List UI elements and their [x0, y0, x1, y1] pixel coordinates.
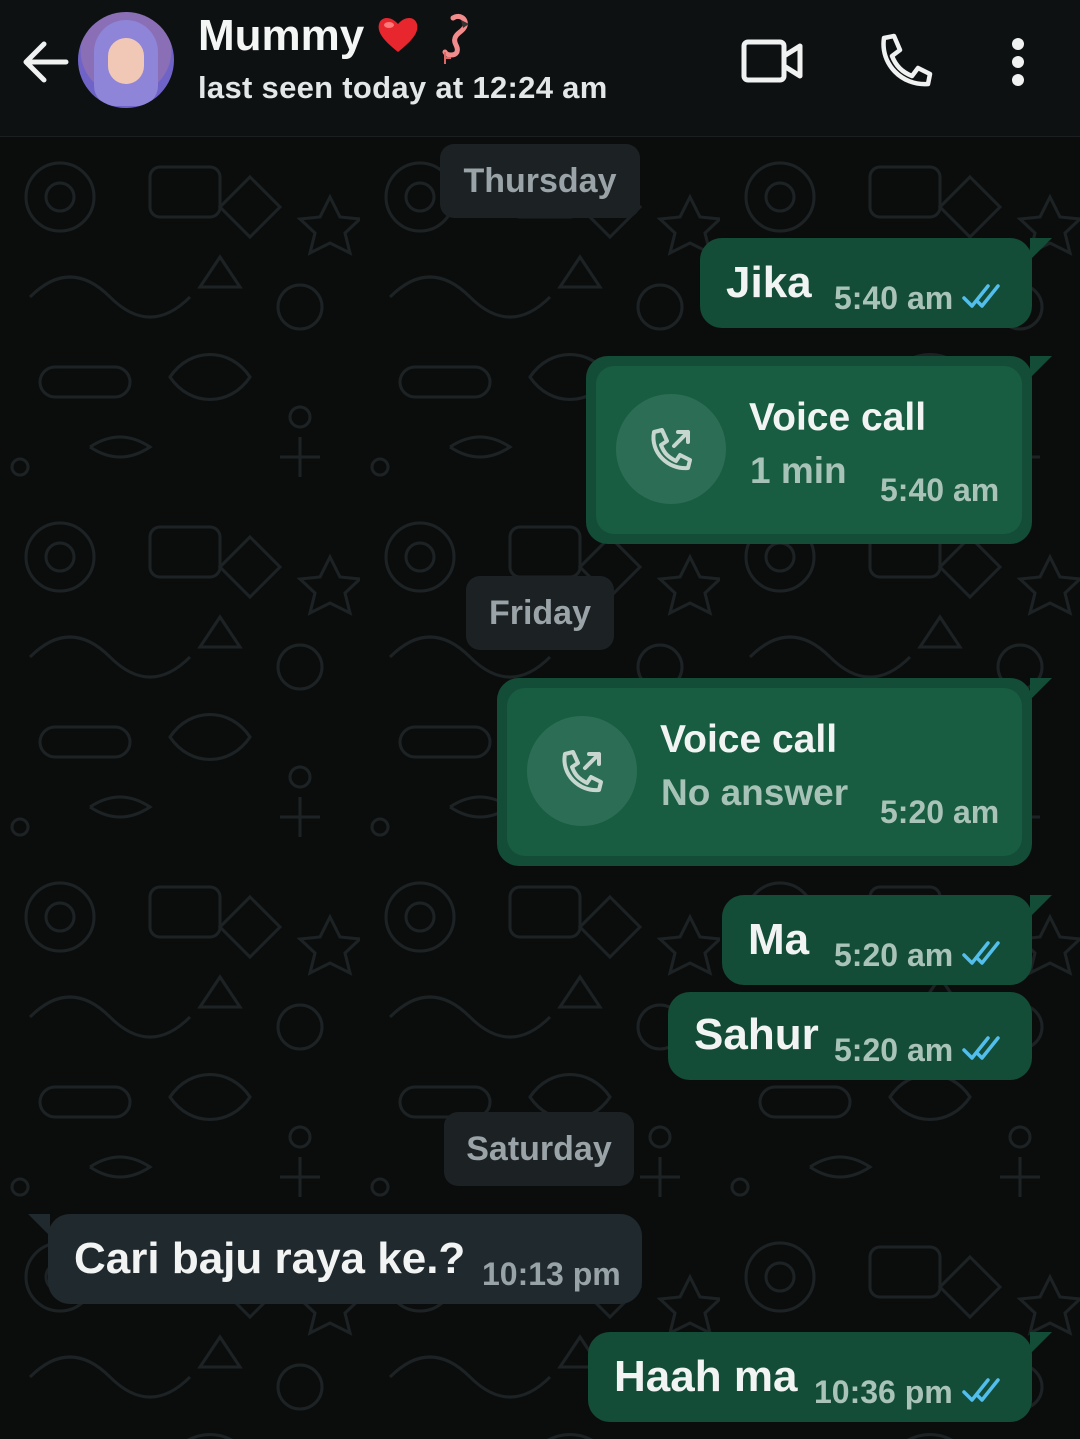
message-time: 10:13 pm	[482, 1256, 621, 1292]
read-receipt-icon	[962, 1036, 1000, 1060]
chat-header: Mummy last seen today at 12:24 am	[0, 0, 1080, 137]
last-seen-status: last seen today at 12:24 am	[198, 70, 608, 105]
call-duration: 1 min	[750, 450, 847, 491]
date-separator-saturday: Saturday	[444, 1112, 634, 1186]
voice-call-log-2[interactable]: Voice call No answer 5:20 am	[497, 678, 1052, 866]
outgoing-call-icon	[527, 716, 637, 826]
message-time: 5:20 am	[834, 937, 954, 973]
read-receipt-icon	[962, 941, 1000, 965]
message-outgoing-ma[interactable]: Ma 5:20 am	[722, 895, 1052, 985]
read-receipt-icon	[962, 1378, 1000, 1402]
contact-avatar[interactable]	[78, 12, 174, 108]
message-text: Ma	[748, 915, 810, 964]
contact-info[interactable]: Mummy last seen today at 12:24 am	[198, 10, 658, 106]
message-time: 5:20 am	[834, 1032, 954, 1068]
message-incoming-cari[interactable]: Cari baju raya ke.? 10:13 pm	[28, 1214, 642, 1304]
outgoing-call-icon	[616, 394, 726, 504]
message-outgoing-sahur[interactable]: Sahur 5:20 am	[668, 992, 1032, 1080]
call-status: No answer	[661, 772, 849, 813]
message-outgoing-haah[interactable]: Haah ma 10:36 pm	[588, 1332, 1052, 1422]
voice-call-log-1[interactable]: Voice call 1 min 5:40 am	[586, 356, 1052, 544]
message-text: Jika	[726, 258, 812, 307]
message-time: 5:40 am	[880, 472, 1000, 508]
call-title: Voice call	[749, 396, 927, 439]
more-options-icon[interactable]	[988, 30, 1048, 94]
read-receipt-icon	[962, 284, 1000, 308]
message-text: Cari baju raya ke.?	[74, 1234, 466, 1283]
date-separator-thursday: Thursday	[440, 144, 640, 218]
message-outgoing-jika[interactable]: Jika 5:40 am	[700, 238, 1052, 328]
call-title: Voice call	[660, 718, 838, 761]
date-separator-friday: Friday	[466, 576, 614, 650]
message-time: 5:40 am	[834, 280, 954, 316]
video-call-icon[interactable]	[740, 30, 804, 94]
message-text: Sahur	[694, 1010, 819, 1059]
message-text: Haah ma	[614, 1352, 798, 1401]
back-arrow-icon[interactable]	[18, 34, 74, 90]
voice-call-icon[interactable]	[872, 30, 936, 94]
message-time: 10:36 pm	[814, 1374, 953, 1410]
message-time: 5:20 am	[880, 794, 1000, 830]
red-heart-icon	[378, 17, 418, 52]
contact-name: Mummy	[198, 11, 365, 60]
flamingo-icon	[442, 13, 470, 64]
